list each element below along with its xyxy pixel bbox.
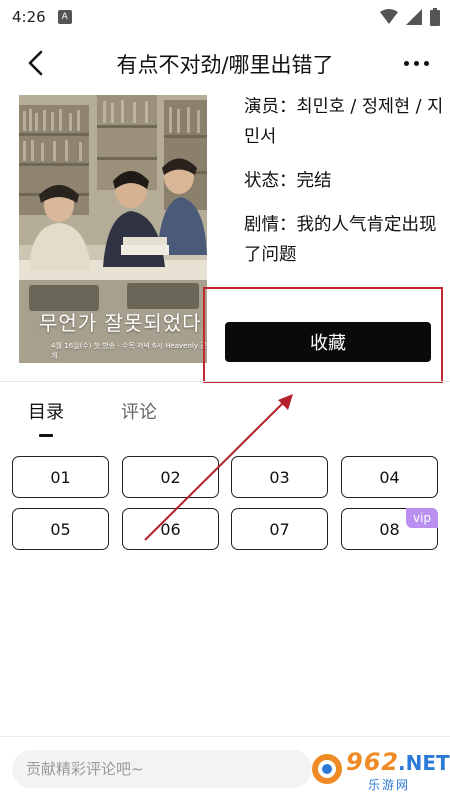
wifi-icon [380,9,398,24]
status-text: 状态：完结 [244,171,332,191]
more-dot-icon [423,60,429,66]
favorite-button[interactable]: 收藏 [225,322,431,362]
app-notification-icon: A [57,10,72,24]
battery-icon [430,8,440,26]
signal-icon [406,9,422,25]
site-watermark: 962 .NET 乐游网 [310,748,450,794]
episode-button[interactable]: 07 [231,508,328,550]
section-divider [0,381,450,382]
bottom-divider [0,736,450,737]
episode-button[interactable]: 01 [12,456,109,498]
top-app-bar: 有点不对劲/哪里出错了 [0,40,450,86]
episode-label: 08 [379,519,400,539]
page-title: 有点不对劲/哪里出错了 [116,53,334,77]
cast-text: 演员：최민호 / 정제현 / 지민서 [244,97,444,147]
episode-button[interactable]: 04 [341,456,438,498]
plot-text: 剧情：我的人气肯定出现了问题 [244,215,437,265]
more-dot-icon [413,60,419,66]
watermark-logo-icon [312,754,342,784]
status-icons [380,8,440,26]
poster-caption-text: 4월 16일(수) 첫 방송 · 수목 저녁 6시 Heavenly 공개 [51,342,207,360]
episode-button[interactable]: 06 [122,508,219,550]
watermark-brand: 962 [346,748,400,776]
tab-bar: 目录 评论 [0,398,450,438]
drama-poster: 무언가 잘못되었다 4월 16일(수) 첫 방송 · 수목 저녁 6시 Heav… [19,95,207,363]
watermark-sub: 乐游网 [368,778,411,792]
more-options-button[interactable] [396,50,436,76]
watermark-net: .NET [398,751,450,775]
episode-button-vip[interactable]: 08 vip [341,508,438,550]
tab-episodes[interactable]: 目录 [28,398,64,424]
status-time: 4:26 [12,8,46,26]
tab-comments[interactable]: 评论 [121,398,157,424]
episode-button[interactable]: 05 [12,508,109,550]
poster-title-text: 무언가 잘못되었다 [39,311,202,335]
episode-button[interactable]: 03 [231,456,328,498]
vip-badge: vip [406,508,438,528]
drama-info: 演员：최민호 / 정제현 / 지민서 状态：完结 剧情：我的人气肯定出现了问题 [244,92,444,284]
tab-active-indicator [39,434,53,437]
episode-button[interactable]: 02 [122,456,219,498]
status-bar: 4:26 A [0,0,450,34]
comment-input[interactable] [12,750,312,788]
more-dot-icon [403,60,409,66]
